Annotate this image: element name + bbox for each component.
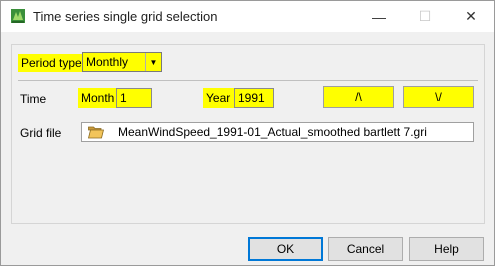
previous-period-button[interactable]: /\ — [323, 86, 394, 108]
window-title: Time series single grid selection — [33, 9, 218, 24]
separator — [18, 80, 478, 81]
selection-panel: Period type Monthly ▼ Time Month 1 Year … — [11, 44, 485, 224]
cancel-button[interactable]: Cancel — [328, 237, 403, 261]
close-button[interactable]: ✕ — [448, 1, 494, 32]
time-label: Time — [20, 92, 47, 106]
title-bar[interactable]: Time series single grid selection — ☐ ✕ — [1, 1, 494, 32]
chevron-down-icon[interactable]: ▼ — [145, 53, 161, 71]
period-type-label: Period type — [18, 54, 85, 72]
next-period-button[interactable]: \/ — [403, 86, 474, 108]
minimize-button[interactable]: — — [356, 1, 402, 32]
grid-file-label: Grid file — [20, 126, 62, 140]
month-label: Month — [78, 88, 116, 108]
period-type-value: Monthly — [86, 55, 129, 69]
maximize-button[interactable]: ☐ — [402, 1, 448, 32]
grid-file-name: MeanWindSpeed_1991-01_Actual_smoothed ba… — [118, 125, 427, 139]
month-input[interactable]: 1 — [116, 88, 152, 108]
year-input[interactable]: 1991 — [234, 88, 274, 108]
dialog-window: Time series single grid selection — ☐ ✕ … — [0, 0, 495, 266]
app-icon — [10, 8, 26, 24]
year-label: Year — [203, 88, 235, 108]
help-button[interactable]: Help — [409, 237, 484, 261]
folder-icon[interactable] — [87, 125, 105, 139]
ok-button[interactable]: OK — [248, 237, 323, 261]
dialog-body: Period type Monthly ▼ Time Month 1 Year … — [1, 32, 494, 265]
period-type-select[interactable]: Monthly ▼ — [82, 52, 162, 72]
grid-file-field[interactable]: MeanWindSpeed_1991-01_Actual_smoothed ba… — [81, 122, 474, 142]
